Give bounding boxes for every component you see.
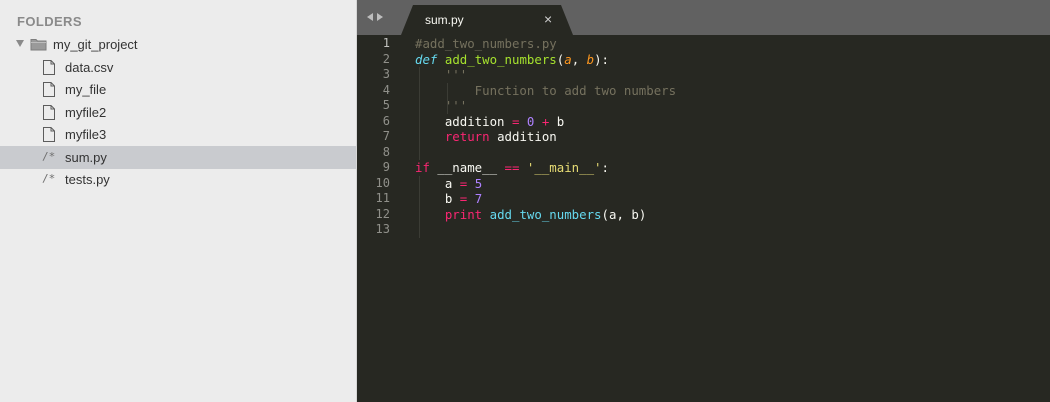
code-token: print — [444, 206, 483, 222]
python-file-icon: /* — [42, 150, 56, 163]
code-token: if — [415, 160, 430, 175]
project-folder-label: my_git_project — [53, 37, 138, 52]
close-icon[interactable]: × — [544, 11, 552, 27]
tab-bar: sum.py × — [357, 0, 1050, 35]
code-token: add_two_numbers — [444, 51, 557, 67]
code-token: 7 — [474, 191, 483, 206]
line-number: 6 — [382, 113, 390, 128]
line-number: 10 — [375, 175, 390, 190]
code-line[interactable]: ''' — [415, 98, 467, 114]
line-number: 9 — [382, 160, 390, 174]
file-icon — [43, 127, 55, 142]
tab-sum-py[interactable]: sum.py × — [401, 5, 573, 35]
code-token: addition — [489, 129, 557, 144]
code-token: b — [549, 113, 565, 129]
tab-navigation — [367, 13, 383, 21]
code-line[interactable]: ''' — [415, 67, 467, 83]
line-number: 2 — [382, 51, 390, 66]
code-token: ''' — [415, 98, 468, 113]
project-folder[interactable]: my_git_project — [0, 33, 356, 56]
sidebar-file-data-csv[interactable]: data.csv — [0, 56, 356, 79]
code-token: Function to add two numbers — [415, 82, 677, 98]
code-token: #add_two_numbers.py — [415, 36, 557, 51]
file-icon — [43, 82, 55, 97]
code-line[interactable]: return addition — [415, 129, 557, 145]
code-token: , — [571, 51, 587, 67]
code-line[interactable]: def add_two_numbers(a, b): — [415, 52, 609, 68]
line-number: 8 — [382, 144, 390, 159]
code-editor[interactable]: 1 #add_two_numbers.py 2 def add_two_numbers… — [357, 35, 1050, 402]
file-label: my_file — [65, 82, 107, 97]
code-token: def — [415, 51, 438, 67]
code-line[interactable]: if __name__ == '__main__': — [415, 160, 609, 176]
file-label: tests.py — [65, 172, 110, 187]
line-number: 5 — [382, 98, 390, 112]
sidebar-file-sum-py[interactable]: /* sum.py — [0, 146, 356, 169]
code-token: b — [586, 51, 595, 67]
line-number: 12 — [375, 206, 390, 221]
folder-icon — [30, 39, 47, 51]
file-label: sum.py — [65, 150, 107, 165]
code-token: add_two_numbers — [489, 206, 602, 222]
code-token: return — [444, 129, 490, 144]
sidebar-file-myfile3[interactable]: myfile3 — [0, 123, 356, 146]
sidebar-file-tests-py[interactable]: /* tests.py — [0, 168, 356, 191]
code-token: a — [415, 175, 460, 191]
code-line[interactable]: addition = 0 + b — [415, 114, 564, 130]
code-token: (a, b) — [601, 206, 647, 222]
line-number: 1 — [382, 36, 390, 50]
python-file-icon: /* — [42, 172, 56, 185]
code-token: addition — [415, 113, 512, 129]
file-label: myfile3 — [65, 127, 107, 142]
code-token: : — [601, 160, 609, 175]
line-number: 13 — [375, 222, 390, 236]
file-label: myfile2 — [65, 105, 107, 120]
sidebar-file-myfile2[interactable]: myfile2 — [0, 101, 356, 124]
file-icon — [43, 105, 55, 120]
code-token: __name__ — [429, 160, 505, 175]
line-number: 7 — [382, 129, 390, 143]
code-token: b — [415, 191, 460, 206]
code-line[interactable]: print add_two_numbers(a, b) — [415, 207, 646, 223]
line-number: 4 — [382, 82, 390, 97]
code-token: == — [504, 160, 520, 175]
arrow-right-icon[interactable] — [377, 13, 383, 21]
arrow-left-icon[interactable] — [367, 13, 373, 21]
line-number: 3 — [382, 67, 390, 81]
code-token: a — [564, 51, 572, 67]
code-token: '__main__' — [526, 160, 602, 175]
code-token: ): — [594, 51, 610, 67]
triangle-down-icon[interactable] — [16, 40, 24, 47]
code-line[interactable]: a = 5 — [415, 176, 482, 192]
folders-heading: FOLDERS — [17, 14, 82, 29]
code-line[interactable]: Function to add two numbers — [415, 83, 676, 99]
code-line[interactable]: b = 7 — [415, 191, 482, 207]
code-token: ''' — [415, 67, 468, 82]
file-icon — [43, 60, 55, 75]
file-label: data.csv — [65, 60, 114, 75]
code-token: 5 — [474, 175, 483, 191]
code-line[interactable]: #add_two_numbers.py — [415, 36, 557, 52]
line-number: 11 — [375, 191, 390, 205]
sidebar: FOLDERS my_git_project data.csv my_file … — [0, 0, 357, 402]
sidebar-file-my-file[interactable]: my_file — [0, 78, 356, 101]
tab-title: sum.py — [425, 13, 464, 27]
